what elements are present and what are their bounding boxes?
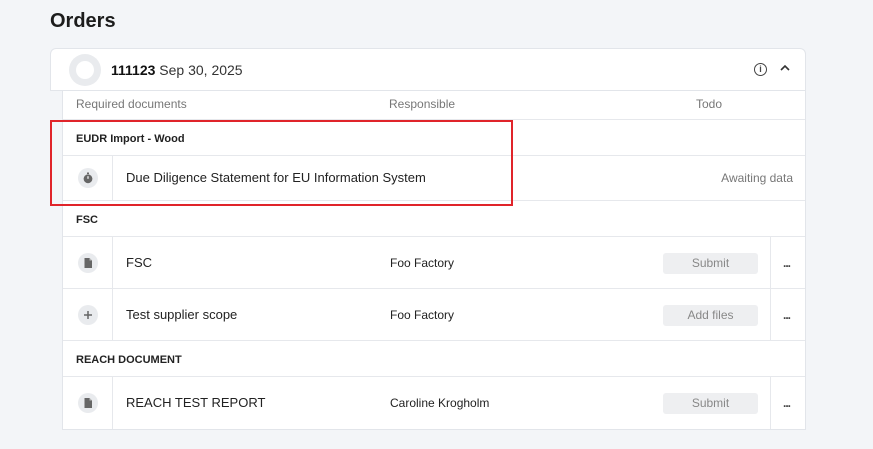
submit-button[interactable]: Submit [663,252,758,274]
add-files-button[interactable]: Add files [663,304,758,326]
table-row[interactable]: Test supplier scope Foo Factory Add file… [63,289,805,341]
info-icon[interactable]: i [754,63,767,76]
header-todo: Todo [696,97,723,111]
table-row[interactable]: FSC Foo Factory Submit ... [63,237,805,289]
document-icon [78,393,98,413]
page-title: Orders [50,10,116,32]
header-required-documents: Required documents [76,97,187,111]
status-text: Awaiting data [721,171,793,185]
responsible-name: Caroline Krogholm [390,396,490,410]
group-label: REACH DOCUMENT [76,354,182,366]
responsible-name: Foo Factory [390,307,455,322]
order-number: 111123 [111,62,156,78]
header-responsible: Responsible [389,97,456,111]
highlight-box [50,120,513,206]
order-date: Sep 30, 2025 [159,62,243,78]
avatar [69,54,101,86]
order-title: 111123 Sep 30, 2025 [111,62,243,78]
document-name[interactable]: REACH TEST REPORT [126,395,265,410]
chevron-up-icon[interactable] [778,61,792,75]
submit-button[interactable]: Submit [663,393,758,414]
group-fsc: FSC [63,201,805,237]
more-options-icon[interactable]: ... [783,396,791,410]
more-options-icon[interactable]: ... [783,256,791,270]
document-icon [78,252,98,273]
plus-icon [78,304,98,325]
group-label: FSC [76,214,98,226]
order-header[interactable]: 111123 Sep 30, 2025 i [50,48,806,91]
table-row[interactable]: REACH TEST REPORT Caroline Krogholm Subm… [63,377,805,429]
group-reach: REACH DOCUMENT [63,341,805,377]
responsible-name: Foo Factory [390,255,455,270]
table-header: Required documents Responsible Todo [63,91,805,120]
document-name[interactable]: Test supplier scope [126,307,237,322]
document-name[interactable]: FSC [126,255,152,270]
more-options-icon[interactable]: ... [783,308,791,322]
